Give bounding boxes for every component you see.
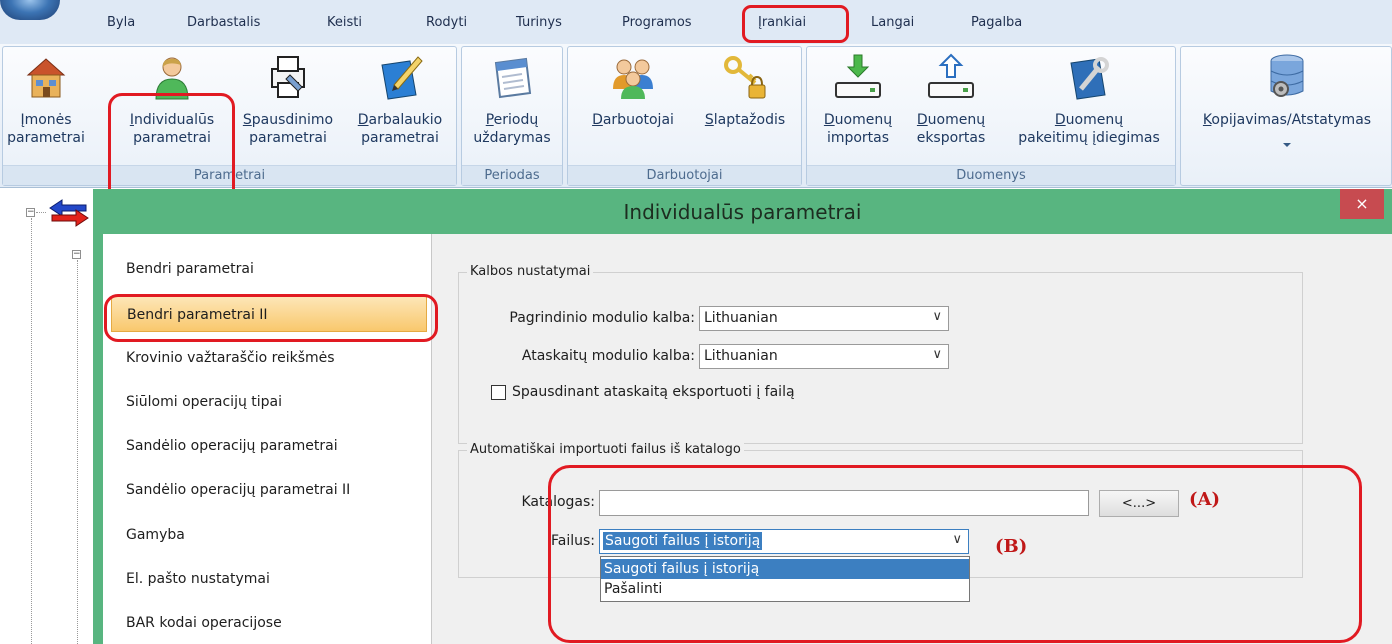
nav-item-gamyba[interactable]: Gamyba: [111, 517, 427, 553]
group-label-duomenys: Duomenys: [807, 165, 1175, 185]
duomenu-importas-label: Duomenų importas: [823, 112, 893, 146]
group-label-darbuotojai: Darbuotojai: [568, 165, 801, 185]
nav-item-sandelio-operaciju-parametrai-ii[interactable]: Sandėlio operacijų parametrai II: [111, 472, 427, 508]
darbuotojai-label: Darbuotojai: [592, 112, 674, 128]
slaptazodis-label: Slaptažodis: [704, 112, 786, 128]
nav-selected-highlight: [104, 294, 438, 342]
close-button[interactable]: ×: [1340, 189, 1384, 219]
ribbon-group-kopijavimas: Kopijavimas/Atstatymas: [1180, 46, 1392, 186]
auto-import-highlight: [548, 465, 1362, 643]
nav-item-sandelio-operaciju-parametrai[interactable]: Sandėlio operacijų parametrai: [111, 428, 427, 464]
menu-irankiai-highlight: [742, 5, 849, 43]
dialog-body: Bendri parametrai Bendri parametrai II K…: [103, 234, 1392, 644]
dropdown-arrow-icon: [1283, 143, 1291, 147]
spausdinimo-parametrai-button[interactable]: Spausdinimo parametrai: [232, 47, 344, 165]
import-icon: [835, 54, 881, 98]
menu-byla[interactable]: Byla: [107, 13, 135, 33]
dialog-title: Individualūs parametrai: [623, 200, 862, 224]
auto-import-legend: Automatiškai importuoti failus iš katalo…: [467, 442, 744, 457]
navigation-tree: − −: [0, 188, 95, 644]
tree-node-arrows-icon[interactable]: [46, 198, 92, 228]
tree-connector: [77, 260, 78, 644]
menu-darbastalis[interactable]: Darbastalis: [187, 13, 260, 33]
pagrindinio-kalba-label: Pagrindinio modulio kalba:: [509, 310, 695, 326]
duomenu-pakeitimu-idiegimas-button[interactable]: Duomenų pakeitimų įdiegimas: [1005, 47, 1173, 165]
tree-collapse-icon[interactable]: −: [26, 208, 35, 217]
duomenu-eksportas-button[interactable]: Duomenų eksportas: [903, 47, 999, 165]
settings-panel: Kalbos nustatymai Pagrindinio modulio ka…: [433, 234, 1392, 644]
app-logo[interactable]: [0, 0, 60, 20]
ribbon: Įmonės parametrai Individualūs parametra…: [0, 44, 1392, 203]
menu-bar: Byla Darbastalis Keisti Rodyti Turinys P…: [0, 0, 1392, 44]
duomenu-eksportas-label: Duomenų eksportas: [916, 112, 986, 146]
nav-item-siulomi-operaciju-tipai[interactable]: Siūlomi operacijų tipai: [111, 384, 427, 420]
pagrindinio-kalba-value: Lithuanian: [704, 310, 778, 326]
individualus-parametrai-highlight: [108, 93, 235, 203]
imones-parametrai-button[interactable]: Įmonės parametrai: [3, 47, 89, 165]
chevron-down-icon: ∨: [932, 309, 942, 324]
periodu-uzdarymas-label: Periodų uždarymas: [473, 112, 551, 146]
darbalaukio-parametrai-label: Darbalaukio parametrai: [357, 112, 443, 146]
periodu-uzdarymas-button[interactable]: Periodų uždarymas: [462, 47, 562, 165]
printer-settings-icon: [271, 56, 305, 98]
wrench-icon: [1070, 57, 1109, 100]
ribbon-group-duomenys: Duomenų importas Duomenų eksportas Duome…: [806, 46, 1176, 186]
key-lock-icon: [724, 56, 766, 99]
ataskaitu-kalba-select[interactable]: Lithuanian ∨: [699, 344, 949, 369]
group-label-periodas: Periodas: [462, 165, 562, 185]
imones-parametrai-label: Įmonės parametrai: [7, 112, 85, 146]
menu-turinys[interactable]: Turinys: [516, 13, 562, 33]
dialog-titlebar[interactable]: Individualūs parametrai ×: [93, 189, 1392, 234]
darbuotojai-button[interactable]: Darbuotojai: [578, 47, 688, 165]
tree-collapse-icon[interactable]: −: [72, 250, 81, 259]
nav-item-krovinio-vaztarascio[interactable]: Krovinio važtaraščio reikšmės: [111, 340, 427, 376]
house-icon: [26, 58, 66, 98]
spausdinimo-parametrai-label: Spausdinimo parametrai: [242, 112, 334, 146]
ribbon-group-darbuotojai: Darbuotojai Slaptažodis Darbuotojai: [567, 46, 802, 186]
menu-pagalba[interactable]: Pagalba: [971, 13, 1022, 33]
menu-keisti[interactable]: Keisti: [327, 13, 362, 33]
nav-item-el-pasto-nustatymai[interactable]: El. pašto nustatymai: [111, 561, 427, 597]
export-to-file-checkbox[interactable]: [491, 385, 506, 400]
nav-item-bendri-parametrai[interactable]: Bendri parametrai: [111, 251, 427, 287]
tree-connector: [31, 218, 32, 644]
duomenu-pakeitimu-idiegimas-label: Duomenų pakeitimų įdiegimas: [1018, 112, 1160, 146]
ataskaitu-kalba-value: Lithuanian: [704, 348, 778, 364]
individualus-parametrai-dialog: Individualūs parametrai × Bendri paramet…: [93, 189, 1392, 644]
ribbon-group-periodas: Periodų uždarymas Periodas: [461, 46, 563, 186]
nav-item-bar-kodai-operacijose[interactable]: BAR kodai operacijose: [111, 605, 427, 641]
calendar-icon: [494, 57, 532, 99]
menu-langai[interactable]: Langai: [871, 13, 914, 33]
desk-pen-icon: [381, 56, 423, 100]
export-icon: [928, 53, 974, 98]
tree-connector: [36, 212, 46, 213]
database-gear-icon: [1270, 54, 1304, 97]
menu-rodyti[interactable]: Rodyti: [426, 13, 467, 33]
users-icon: [613, 59, 653, 99]
menu-programos[interactable]: Programos: [622, 13, 692, 33]
kopijavimas-atstatymas-label: Kopijavimas/Atstatymas: [1202, 112, 1372, 128]
duomenu-importas-button[interactable]: Duomenų importas: [815, 47, 901, 165]
kopijavimas-atstatymas-button[interactable]: Kopijavimas/Atstatymas: [1183, 47, 1391, 165]
ataskaitu-kalba-label: Ataskaitų modulio kalba:: [521, 348, 695, 364]
export-to-file-label: Spausdinant ataskaitą eksportuoti į fail…: [512, 384, 795, 400]
pagrindinio-kalba-select[interactable]: Lithuanian ∨: [699, 306, 949, 331]
darbalaukio-parametrai-button[interactable]: Darbalaukio parametrai: [344, 47, 456, 165]
kalbos-nustatymai-legend: Kalbos nustatymai: [467, 264, 594, 279]
chevron-down-icon: ∨: [932, 347, 942, 362]
slaptazodis-button[interactable]: Slaptažodis: [690, 47, 800, 165]
